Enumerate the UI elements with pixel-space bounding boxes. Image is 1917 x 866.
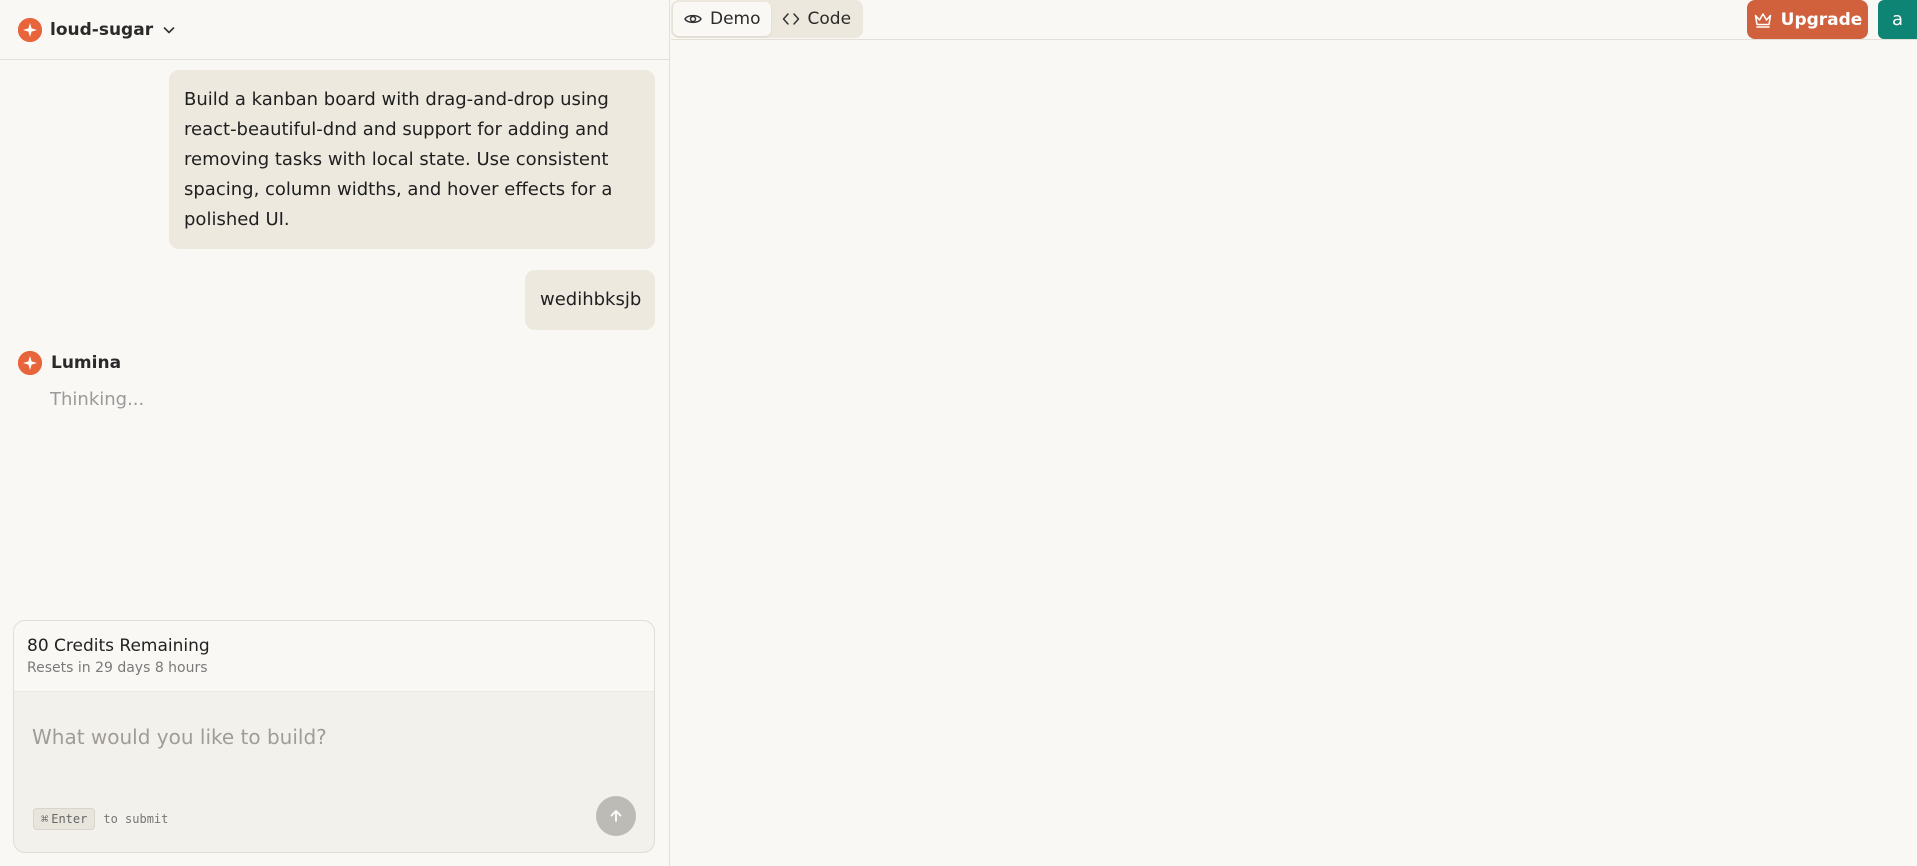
preview-area [671, 41, 1917, 866]
chevron-down-icon[interactable] [161, 22, 177, 38]
assistant-avatar-icon [18, 351, 42, 375]
preview-toolbar: Demo Code Upgrade a [671, 0, 1917, 40]
credits-reset: Resets in 29 days 8 hours [27, 660, 208, 676]
tab-code[interactable]: Code [771, 2, 862, 36]
assistant-name: Lumina [51, 353, 122, 373]
user-message: wedihbksjb [525, 270, 655, 330]
command-key-icon: ⌘ [41, 812, 49, 826]
upgrade-button[interactable]: Upgrade [1747, 0, 1868, 39]
shortcut-hint-text: to submit [103, 812, 169, 826]
eye-icon [684, 14, 702, 24]
shortcut-key: ⌘ Enter [33, 808, 96, 830]
credits-banner: 80 Credits Remaining Resets in 29 days 8… [14, 621, 654, 692]
arrow-up-icon [610, 810, 622, 822]
send-button[interactable] [596, 796, 636, 836]
tab-demo-label: Demo [710, 9, 761, 29]
composer: 80 Credits Remaining Resets in 29 days 8… [13, 620, 655, 853]
code-icon [782, 13, 799, 25]
project-name[interactable]: loud-sugar [50, 20, 153, 40]
credits-title: 80 Credits Remaining [27, 636, 210, 656]
assistant-header: Lumina [18, 351, 121, 375]
crown-icon [1754, 12, 1771, 28]
app-root: loud-sugar Build a kanban board with dra… [0, 0, 1917, 866]
user-message: Build a kanban board with drag-and-drop … [169, 70, 655, 249]
upgrade-label: Upgrade [1780, 9, 1863, 30]
prompt-input[interactable] [32, 721, 632, 753]
chat-panel: loud-sugar Build a kanban board with dra… [0, 0, 670, 866]
assistant-status: Thinking... [50, 389, 145, 410]
project-header: loud-sugar [0, 0, 670, 60]
brand-logo-icon [18, 17, 42, 42]
shortcut-key-label: Enter [51, 812, 88, 826]
view-tabs: Demo Code [671, 0, 864, 38]
user-avatar[interactable]: a [1878, 0, 1917, 39]
tab-code-label: Code [807, 9, 852, 29]
submit-hint: ⌘ Enter to submit [33, 808, 168, 830]
tab-demo[interactable]: Demo [673, 2, 771, 36]
